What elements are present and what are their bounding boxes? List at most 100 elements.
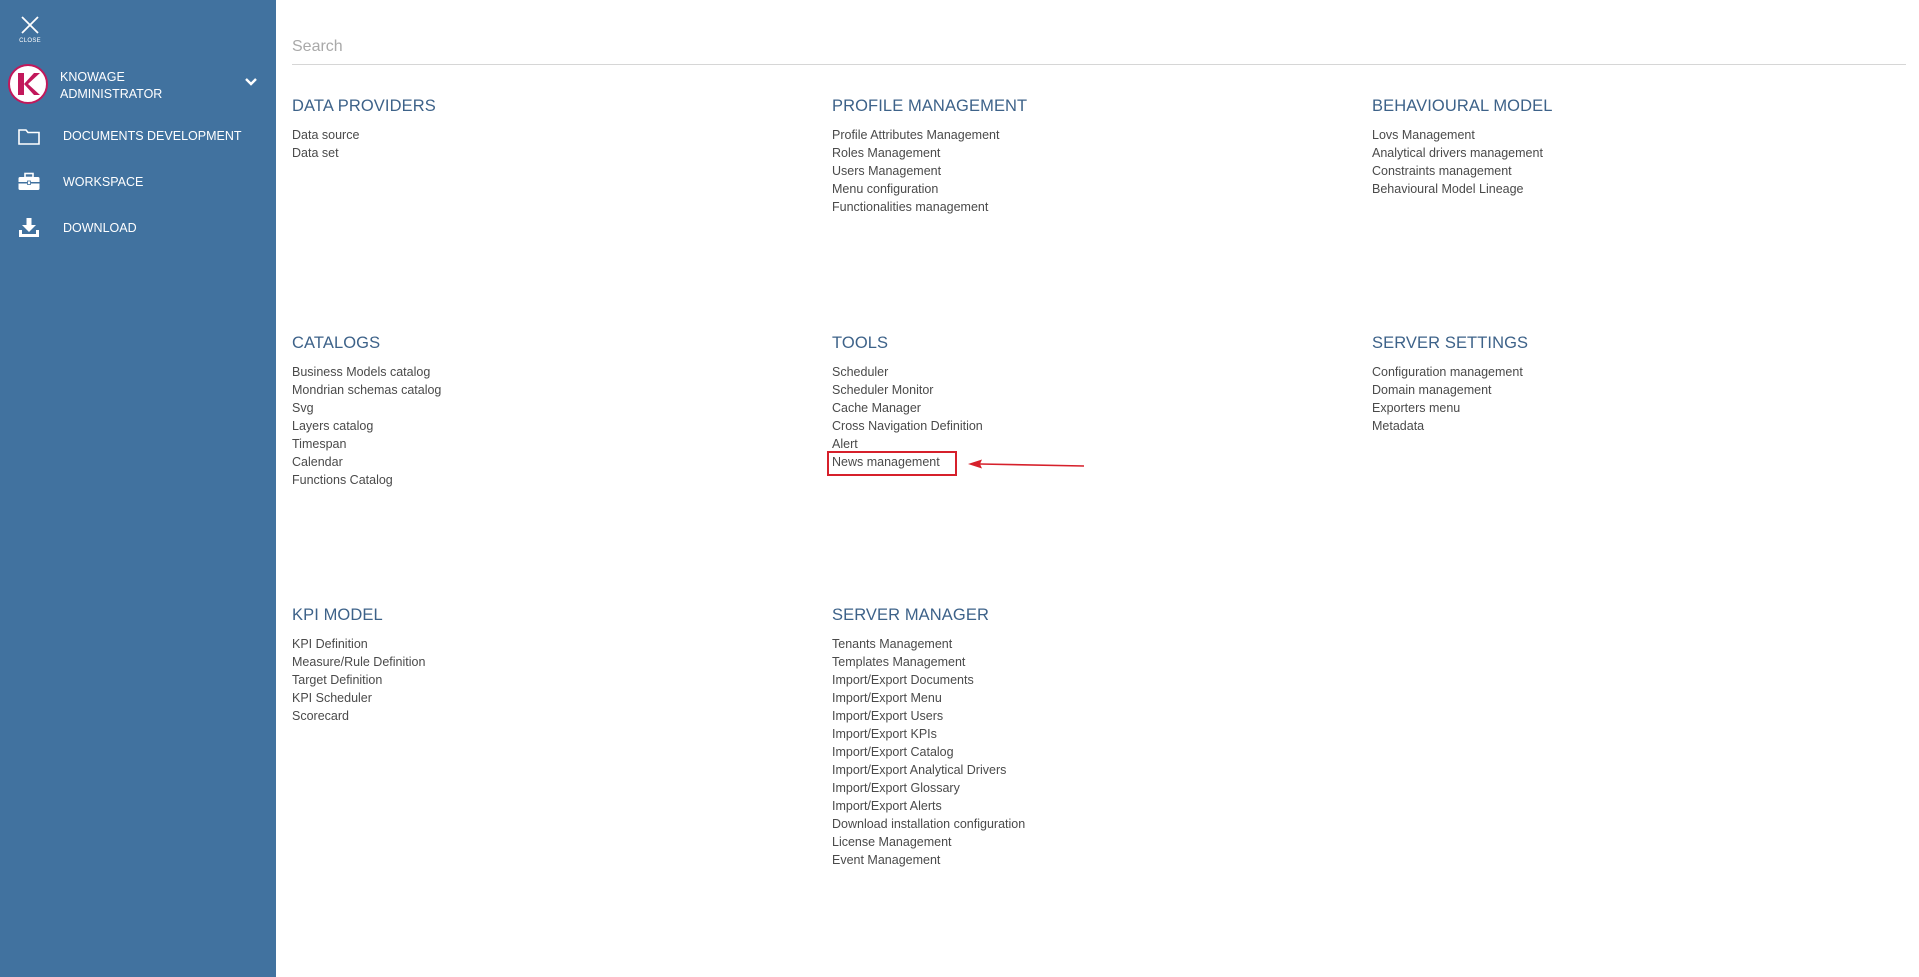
menu-link[interactable]: Data set bbox=[292, 144, 772, 162]
menu-link-label: Constraints management bbox=[1372, 164, 1512, 178]
search-bar bbox=[292, 32, 1906, 65]
menu-link[interactable]: Import/Export Menu bbox=[832, 689, 1312, 707]
menu-link[interactable]: KPI Definition bbox=[292, 635, 772, 653]
menu-link[interactable]: Data source bbox=[292, 126, 772, 144]
menu-link[interactable]: Event Management bbox=[832, 851, 1312, 869]
menu-link[interactable]: Mondrian schemas catalog bbox=[292, 381, 772, 399]
section-kpi-model: KPI MODEL KPI Definition Measure/Rule De… bbox=[292, 606, 772, 725]
section-profile-management: PROFILE MANAGEMENT Profile Attributes Ma… bbox=[832, 97, 1312, 216]
menu-link[interactable]: Business Models catalog bbox=[292, 363, 772, 381]
menu-link[interactable]: Analytical drivers management bbox=[1372, 144, 1852, 162]
menu-link[interactable]: Functionalities management bbox=[832, 198, 1312, 216]
section-server-settings: SERVER SETTINGS Configuration management… bbox=[1372, 334, 1852, 435]
close-button[interactable]: CLOSE bbox=[14, 14, 46, 48]
section-title: CATALOGS bbox=[292, 334, 381, 352]
menu-link-label: Event Management bbox=[832, 853, 941, 867]
menu-link-label: Profile Attributes Management bbox=[832, 128, 1000, 142]
menu-link-label: KPI Scheduler bbox=[292, 691, 372, 705]
menu-link[interactable]: Templates Management bbox=[832, 653, 1312, 671]
section-data-providers: DATA PROVIDERS Data source Data set bbox=[292, 97, 772, 162]
menu-link[interactable]: Import/Export Users bbox=[832, 707, 1312, 725]
section-links: Configuration management Domain manageme… bbox=[1372, 363, 1852, 435]
search-input[interactable] bbox=[292, 32, 1906, 62]
menu-link-label: Import/Export Documents bbox=[832, 673, 974, 687]
menu-link-label: Templates Management bbox=[832, 655, 966, 669]
menu-link[interactable]: Download installation configuration bbox=[832, 815, 1312, 833]
menu-link[interactable]: Cache Manager bbox=[832, 399, 1312, 417]
sidebar-item-documents-development[interactable]: DOCUMENTS DEVELOPMENT bbox=[0, 118, 276, 154]
menu-link[interactable]: Layers catalog bbox=[292, 417, 772, 435]
menu-link-label: Import/Export KPIs bbox=[832, 727, 937, 741]
section-links: Lovs Management Analytical drivers manag… bbox=[1372, 126, 1852, 198]
menu-link[interactable]: Measure/Rule Definition bbox=[292, 653, 772, 671]
menu-link[interactable]: Tenants Management bbox=[832, 635, 1312, 653]
menu-link-label: Cross Navigation Definition bbox=[832, 419, 983, 433]
menu-link-label: Measure/Rule Definition bbox=[292, 655, 426, 669]
menu-link-label: Functions Catalog bbox=[292, 473, 393, 487]
menu-link[interactable]: Scheduler bbox=[832, 363, 1312, 381]
section-server-manager: SERVER MANAGER Tenants Management Templa… bbox=[832, 606, 1312, 869]
menu-link[interactable]: Import/Export Analytical Drivers bbox=[832, 761, 1312, 779]
menu-link-label: Scheduler bbox=[832, 365, 889, 379]
section-links: Tenants Management Templates Management … bbox=[832, 635, 1312, 869]
sidebar: CLOSE KNOWAGE ADMINISTRATOR DOCUMENTS DE… bbox=[0, 0, 276, 977]
menu-link[interactable]: Menu configuration bbox=[832, 180, 1312, 198]
section-title: SERVER SETTINGS bbox=[1372, 334, 1529, 352]
user-name-line1: KNOWAGE bbox=[60, 70, 125, 84]
menu-link[interactable]: Behavioural Model Lineage bbox=[1372, 180, 1852, 198]
section-title: BEHAVIOURAL MODEL bbox=[1372, 97, 1553, 115]
close-icon bbox=[21, 16, 39, 34]
menu-link[interactable]: Calendar bbox=[292, 453, 772, 471]
menu-link-label: Import/Export Catalog bbox=[832, 745, 954, 759]
menu-link-label: Business Models catalog bbox=[292, 365, 431, 379]
menu-link[interactable]: Domain management bbox=[1372, 381, 1852, 399]
sidebar-item-download[interactable]: DOWNLOAD bbox=[0, 210, 276, 246]
menu-link[interactable]: Functions Catalog bbox=[292, 471, 772, 489]
menu-link[interactable]: Import/Export Documents bbox=[832, 671, 1312, 689]
menu-link-label: Download installation configuration bbox=[832, 817, 1026, 831]
menu-link[interactable]: Import/Export KPIs bbox=[832, 725, 1312, 743]
user-menu[interactable]: KNOWAGE ADMINISTRATOR bbox=[8, 64, 266, 106]
menu-link[interactable]: Constraints management bbox=[1372, 162, 1852, 180]
menu-link-label: Cache Manager bbox=[832, 401, 921, 415]
menu-link[interactable]: Target Definition bbox=[292, 671, 772, 689]
menu-link[interactable]: Timespan bbox=[292, 435, 772, 453]
section-title: DATA PROVIDERS bbox=[292, 97, 436, 115]
menu-link-label: Import/Export Analytical Drivers bbox=[832, 763, 1007, 777]
menu-link[interactable]: Lovs Management bbox=[1372, 126, 1852, 144]
folder-icon bbox=[18, 129, 40, 145]
menu-link[interactable]: Cross Navigation Definition bbox=[832, 417, 1312, 435]
menu-link[interactable]: Configuration management bbox=[1372, 363, 1852, 381]
avatar bbox=[8, 64, 48, 104]
menu-link[interactable]: KPI Scheduler bbox=[292, 689, 772, 707]
menu-link-label: Data source bbox=[292, 128, 360, 142]
download-icon bbox=[19, 218, 39, 237]
menu-link[interactable]: Svg bbox=[292, 399, 772, 417]
chevron-down-icon[interactable] bbox=[244, 77, 258, 87]
menu-link-label: Menu configuration bbox=[832, 182, 939, 196]
section-catalogs: CATALOGS Business Models catalog Mondria… bbox=[292, 334, 772, 489]
sidebar-item-workspace[interactable]: WORKSPACE bbox=[0, 164, 276, 200]
annotation-arrow-icon bbox=[968, 459, 1085, 469]
section-title: PROFILE MANAGEMENT bbox=[832, 97, 1028, 115]
briefcase-icon bbox=[18, 172, 40, 190]
menu-link[interactable]: Profile Attributes Management bbox=[832, 126, 1312, 144]
close-label: CLOSE bbox=[19, 38, 41, 44]
menu-link-label: Import/Export Glossary bbox=[832, 781, 960, 795]
menu-link[interactable]: Import/Export Catalog bbox=[832, 743, 1312, 761]
menu-link[interactable]: Scheduler Monitor bbox=[832, 381, 1312, 399]
menu-link-label: Target Definition bbox=[292, 673, 383, 687]
menu-link[interactable]: Roles Management bbox=[832, 144, 1312, 162]
section-links: Profile Attributes Management Roles Mana… bbox=[832, 126, 1312, 216]
menu-link[interactable]: License Management bbox=[832, 833, 1312, 851]
menu-link-label: Timespan bbox=[292, 437, 347, 451]
menu-link[interactable]: Scorecard bbox=[292, 707, 772, 725]
menu-link[interactable]: Users Management bbox=[832, 162, 1312, 180]
menu-link-label: Functionalities management bbox=[832, 200, 989, 214]
menu-link[interactable]: Metadata bbox=[1372, 417, 1852, 435]
menu-link[interactable]: Exporters menu bbox=[1372, 399, 1852, 417]
menu-link[interactable]: Import/Export Alerts bbox=[832, 797, 1312, 815]
menu-link-label: License Management bbox=[832, 835, 952, 849]
menu-link-label: Data set bbox=[292, 146, 339, 160]
menu-link[interactable]: Import/Export Glossary bbox=[832, 779, 1312, 797]
